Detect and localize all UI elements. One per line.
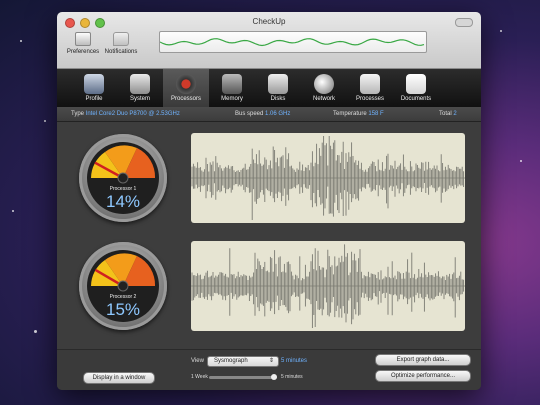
tab-memory[interactable]: Memory <box>209 69 255 107</box>
tab-label: Profile <box>85 96 103 102</box>
star <box>20 40 22 42</box>
preferences-icon <box>75 32 91 46</box>
activity-line <box>159 38 425 47</box>
speech-bubble-icon <box>113 32 129 46</box>
preferences-button[interactable]: Preferences <box>63 32 103 55</box>
duration-slider[interactable] <box>209 374 277 380</box>
processors-panel: Processor 1 14% Processor 2 15% <box>57 122 481 352</box>
window-title: CheckUp <box>252 17 286 26</box>
gauge-icon <box>176 74 196 94</box>
tab-processors[interactable]: Processors <box>163 69 209 107</box>
tab-label: Processors <box>170 96 201 102</box>
tab-processes[interactable]: Processes <box>347 69 393 107</box>
tab-bar: Profile System Processors Memory Disks Networ… <box>57 69 481 107</box>
processor-2-waveform <box>191 244 465 328</box>
switch-icon <box>360 74 380 94</box>
tab-label: Memory <box>221 96 243 102</box>
view-select[interactable]: Sysmograph ⇕ <box>207 356 279 367</box>
type-value: Intel Core2 Duo P8700 @ 2.53GHz <box>85 111 180 117</box>
bus-info: Bus speed 1.06 GHz <box>235 111 290 117</box>
star <box>12 210 14 212</box>
title-bar: CheckUp Preferences Notifications <box>57 12 481 69</box>
bus-value: 1.06 GHz <box>265 111 291 117</box>
optimize-performance-button[interactable]: Optimize performance... <box>375 370 471 382</box>
type-label: Type <box>71 111 85 117</box>
notifications-label: Notifications <box>104 49 138 55</box>
tab-documents[interactable]: Documents <box>393 69 439 107</box>
tab-label: Disks <box>270 96 286 102</box>
temperature-info: Temperature 158 F <box>333 111 384 117</box>
processor-1-waveform <box>191 136 465 220</box>
controls-bar: Display in a window View Sysmograph ⇕ 5 … <box>57 349 481 390</box>
globe-icon <box>314 74 334 94</box>
tab-network[interactable]: Network <box>301 69 347 107</box>
star <box>520 160 522 162</box>
tab-label: System <box>129 96 150 102</box>
display-in-window-button[interactable]: Display in a window <box>83 372 155 384</box>
star <box>500 30 502 32</box>
tab-label: Processes <box>355 96 384 102</box>
total-label: Total <box>439 111 452 117</box>
tab-label: Network <box>312 96 335 102</box>
slider-min-label: 1 Week <box>191 374 208 380</box>
bus-label: Bus speed <box>235 111 264 117</box>
processor-2-value: 15% <box>105 300 141 319</box>
slider-knob[interactable] <box>271 374 277 380</box>
slider-max-label: 5 minutes <box>281 374 303 380</box>
processor-2-gauge: Processor 2 15% <box>79 242 167 330</box>
star <box>34 330 37 333</box>
processor-1-gauge: Processor 1 14% <box>79 134 167 222</box>
tab-label: Documents <box>400 96 432 102</box>
duration-value: 5 minutes <box>281 358 308 364</box>
total-value: 2 <box>453 111 457 117</box>
document-icon <box>406 74 426 94</box>
export-graph-data-button[interactable]: Export graph data... <box>375 354 471 366</box>
processor-info-bar: Type Intel Core2 Duo P8700 @ 2.53GHz Bus… <box>57 107 481 122</box>
temperature-value: 158 F <box>368 111 384 117</box>
toolbar-toggle-button[interactable] <box>455 18 473 27</box>
monitor-icon <box>84 74 104 94</box>
tab-profile[interactable]: Profile <box>71 69 117 107</box>
chevron-updown-icon: ⇕ <box>268 358 274 364</box>
processor-1-value: 14% <box>105 192 141 211</box>
type-info: Type Intel Core2 Duo P8700 @ 2.53GHz <box>71 111 180 117</box>
view-label: View <box>191 358 204 364</box>
activity-graph-strip <box>159 31 427 53</box>
tab-system[interactable]: System <box>117 69 163 107</box>
processor-1-sysmograph <box>191 133 465 223</box>
notifications-button[interactable]: Notifications <box>101 32 141 55</box>
processor-2-sysmograph <box>191 241 465 331</box>
disk-icon <box>268 74 288 94</box>
temperature-label: Temperature <box>333 111 367 117</box>
memory-chip-icon <box>222 74 242 94</box>
tab-disks[interactable]: Disks <box>255 69 301 107</box>
total-info: Total 2 <box>439 111 457 117</box>
checkup-window: CheckUp Preferences Notifications Profil… <box>57 12 481 390</box>
tools-icon <box>130 74 150 94</box>
star <box>44 120 46 122</box>
preferences-label: Preferences <box>66 49 100 55</box>
view-select-value: Sysmograph <box>214 358 248 364</box>
